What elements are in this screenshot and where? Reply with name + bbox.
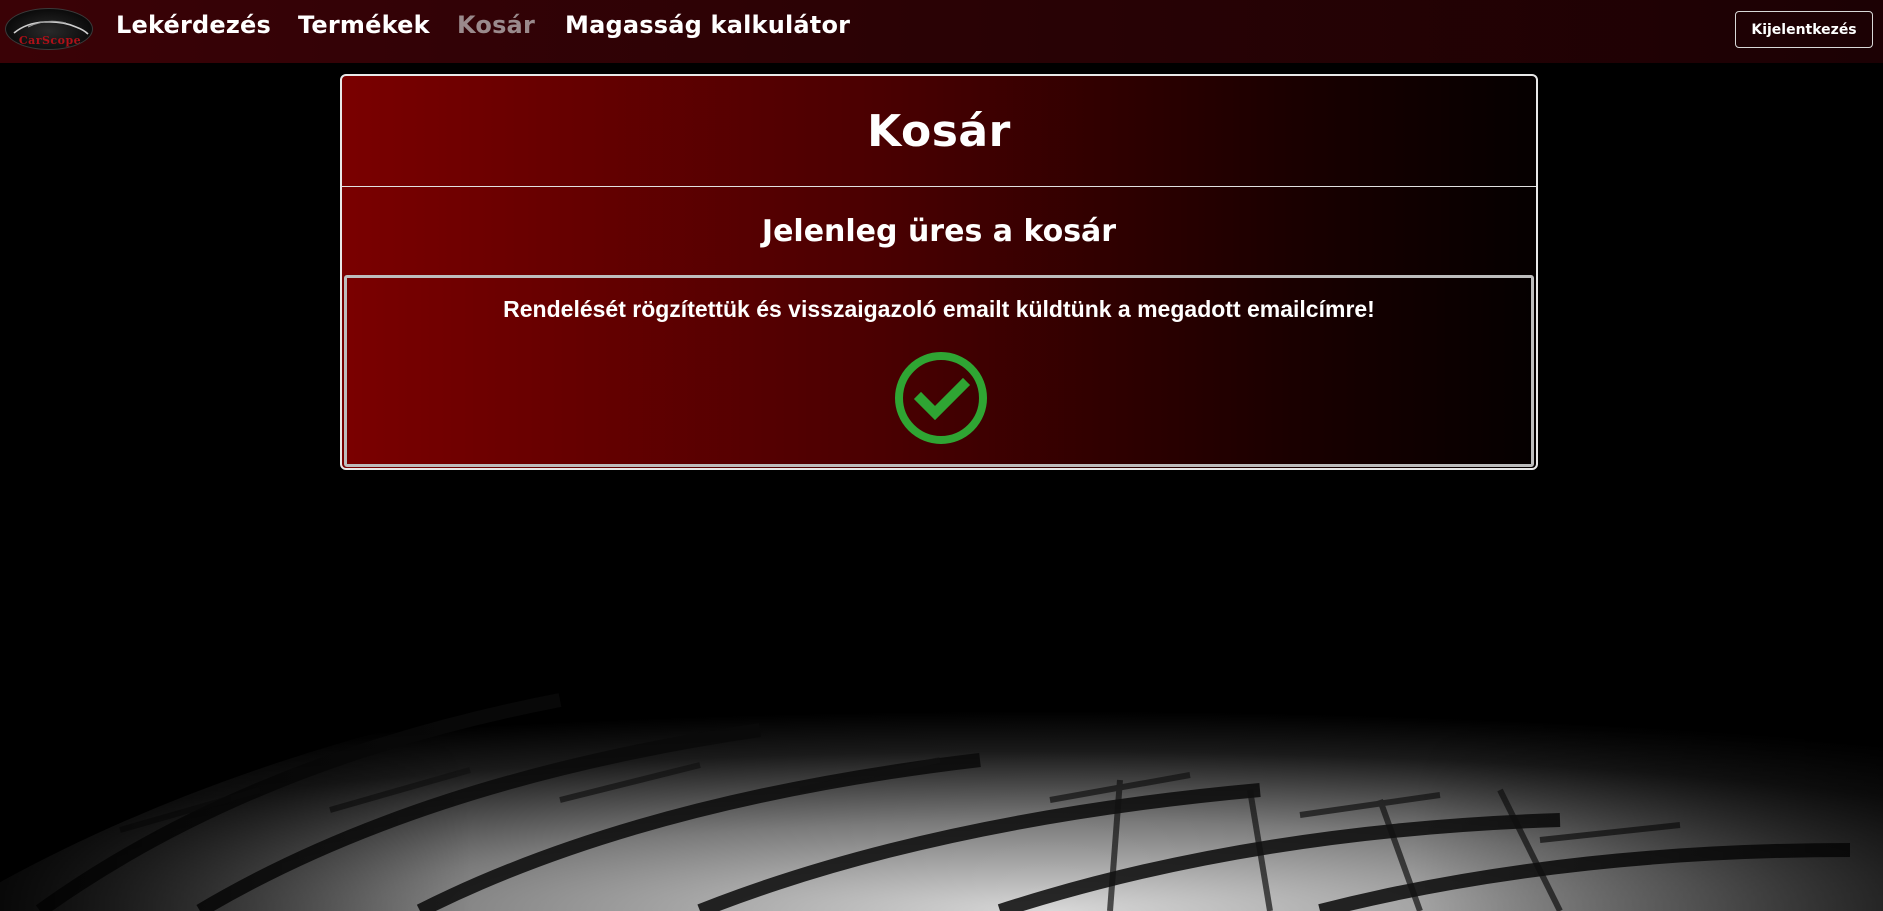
logo-text: CarScope [18, 34, 82, 47]
logout-button[interactable]: Kijelentkezés [1735, 11, 1873, 48]
top-navbar: CarScope Lekérdezés Termékek Kosár Magas… [0, 0, 1883, 63]
cart-panel: Kosár Jelenleg üres a kosár Rendelését r… [340, 74, 1538, 470]
cart-title: Kosár [867, 105, 1011, 157]
cart-empty-row: Jelenleg üres a kosár [342, 187, 1536, 275]
nav-item-kosar[interactable]: Kosár [457, 11, 535, 39]
cart-empty-message: Jelenleg üres a kosár [761, 213, 1117, 249]
nav-item-lekerdezes[interactable]: Lekérdezés [116, 11, 271, 39]
nav-item-magassag-kalkulator[interactable]: Magasság kalkulátor [565, 11, 850, 39]
order-confirmation-message: Rendelését rögzítettük és visszaigazoló … [503, 296, 1375, 322]
carscope-logo[interactable]: CarScope [5, 8, 93, 50]
page: CarScope Lekérdezés Termékek Kosár Magas… [0, 0, 1883, 911]
nav-item-termekek[interactable]: Termékek [298, 11, 430, 39]
cart-header: Kosár [342, 76, 1536, 187]
check-circle-icon [895, 352, 987, 444]
order-confirmation-box: Rendelését rögzítettük és visszaigazoló … [344, 275, 1534, 467]
